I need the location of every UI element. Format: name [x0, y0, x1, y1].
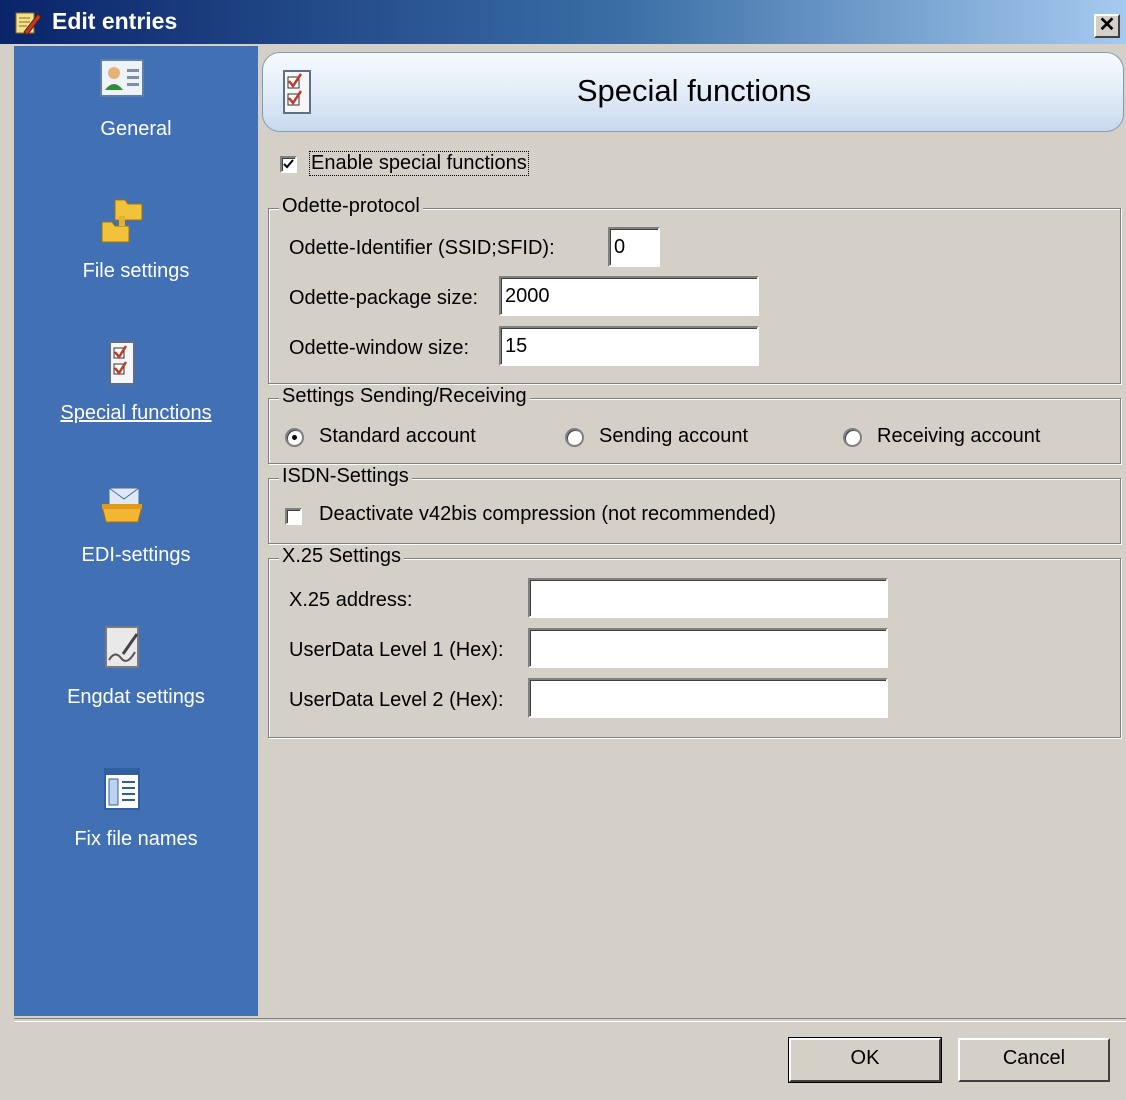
group-title: Odette-protocol	[279, 195, 423, 218]
x25-address-label: X.25 address:	[289, 589, 413, 611]
document-sign-icon	[105, 626, 139, 668]
sidebar-item-general[interactable]: General	[14, 56, 258, 156]
edit-entries-icon	[15, 12, 42, 36]
radio-label: Receiving account	[877, 425, 1041, 447]
sidebar-item-label: File settings	[82, 260, 190, 282]
checkbox-box[interactable]	[280, 156, 297, 173]
sending-receiving-group: Settings Sending/Receiving Standard acco…	[268, 385, 1121, 464]
close-button[interactable]: ✕	[1094, 14, 1120, 38]
odette-protocol-group: Odette-protocol Odette-Identifier (SSID;…	[268, 195, 1121, 384]
odette-identifier-input[interactable]	[608, 227, 660, 267]
group-title: ISDN-Settings	[279, 465, 412, 488]
sidebar-item-label: EDI-settings	[81, 544, 191, 566]
x25-address-input[interactable]	[528, 578, 888, 618]
title-bar[interactable]: Edit entries ✕	[0, 0, 1126, 44]
userdata-level-2-label: UserData Level 2 (Hex):	[289, 689, 504, 711]
group-title: Settings Sending/Receiving	[279, 385, 530, 408]
odette-window-size-label: Odette-window size:	[289, 337, 470, 359]
odette-identifier-label: Odette-Identifier (SSID;SFID):	[289, 237, 555, 259]
mail-tray-icon	[101, 487, 143, 523]
userdata-level-1-input[interactable]	[528, 628, 888, 668]
odette-package-size-label: Odette-package size:	[289, 287, 478, 309]
enable-special-functions-checkbox[interactable]: Enable special functions	[280, 151, 560, 180]
cancel-button[interactable]: Cancel	[958, 1038, 1110, 1082]
sidebar-item-label: General	[100, 118, 172, 140]
group-title: X.25 Settings	[279, 545, 404, 568]
userdata-level-2-input[interactable]	[528, 678, 888, 718]
deactivate-v42bis-checkbox[interactable]: Deactivate v42bis compression (not recom…	[285, 503, 845, 531]
sidebar-item-file-settings[interactable]: File settings	[14, 198, 258, 298]
table-list-icon	[104, 768, 140, 810]
radio-sending-account[interactable]: Sending account	[565, 425, 805, 453]
odette-package-size-input[interactable]	[499, 276, 759, 316]
sidebar-item-label: Fix file names	[74, 828, 198, 850]
odette-window-size-input[interactable]	[499, 326, 759, 366]
user-card-icon	[100, 59, 144, 97]
radio-selected-dot	[292, 435, 297, 440]
radio-label: Sending account	[599, 425, 749, 447]
sidebar-item-special-functions[interactable]: Special functions	[14, 340, 258, 440]
sidebar-item-engdat-settings[interactable]: Engdat settings	[14, 624, 258, 724]
checklist-icon	[109, 341, 135, 385]
radio-button[interactable]	[285, 428, 304, 447]
deactivate-v42bis-label: Deactivate v42bis compression (not recom…	[319, 503, 776, 525]
section-header: Special functions	[262, 52, 1124, 132]
sidebar-item-label: Engdat settings	[67, 686, 205, 708]
page-title: Special functions	[576, 73, 812, 108]
radio-button[interactable]	[843, 428, 862, 447]
sidebar-item-edi-settings[interactable]: EDI-settings	[14, 482, 258, 582]
sidebar-item-label: Special functions	[60, 402, 212, 424]
radio-receiving-account[interactable]: Receiving account	[843, 425, 1093, 453]
isdn-settings-group: ISDN-Settings Deactivate v42bis compress…	[268, 465, 1121, 544]
close-icon: ✕	[1098, 14, 1116, 36]
footer-divider	[14, 1018, 1126, 1022]
sidebar: General File settings Special functions …	[14, 46, 258, 1016]
radio-standard-account[interactable]: Standard account	[285, 425, 525, 453]
x25-settings-group: X.25 Settings X.25 address: UserData Lev…	[268, 545, 1121, 738]
check-icon	[283, 159, 294, 169]
ok-button[interactable]: OK	[788, 1037, 942, 1083]
enable-special-functions-label: Enable special functions	[309, 151, 529, 176]
checkbox-box[interactable]	[285, 508, 302, 525]
folders-icon	[101, 199, 143, 243]
sidebar-item-fix-file-names[interactable]: Fix file names	[14, 766, 258, 866]
window-title: Edit entries	[52, 8, 178, 34]
radio-label: Standard account	[319, 425, 476, 447]
userdata-level-1-label: UserData Level 1 (Hex):	[289, 639, 504, 661]
radio-button[interactable]	[565, 428, 584, 447]
